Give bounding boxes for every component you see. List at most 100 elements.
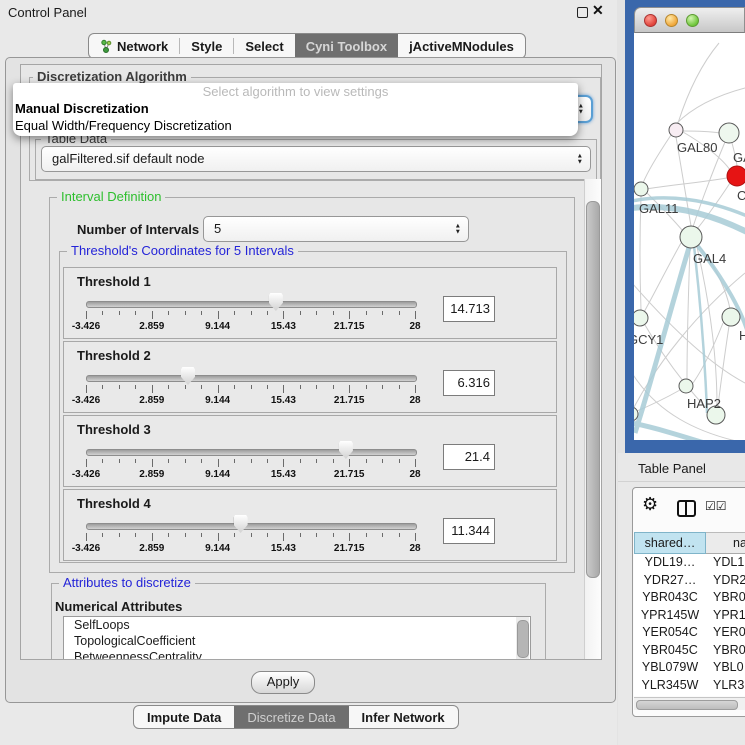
dropdown-option-manual-discretization[interactable]: Manual Discretization (13, 100, 578, 117)
threshold-value-field[interactable]: 11.344 (443, 518, 495, 544)
tick-label: 9.144 (190, 543, 246, 554)
tab-cyni-toolbox[interactable]: Cyni Toolbox (295, 34, 398, 58)
float-window-icon[interactable] (577, 7, 588, 18)
slider-thumb[interactable] (269, 293, 283, 311)
node-top-right[interactable] (719, 123, 739, 143)
bottom-tab-infer-network[interactable]: Infer Network (349, 706, 458, 728)
close-icon[interactable]: ✕ (592, 2, 604, 19)
slider-track[interactable] (86, 375, 417, 382)
threshold-value-field[interactable]: 21.4 (443, 444, 495, 470)
table-row[interactable]: YPR145WYPR1 (634, 607, 745, 625)
node-gcy1[interactable] (634, 310, 648, 326)
cell-name[interactable]: YDR2 (706, 572, 745, 590)
slider-tick (300, 311, 301, 315)
tab-select[interactable]: Select (234, 34, 294, 58)
cell-shared-name[interactable]: YDR27… (634, 572, 706, 590)
slider-tick (234, 533, 235, 537)
dropdown-option-equal-width-frequency[interactable]: Equal Width/Frequency Discretization (13, 117, 578, 134)
slider-thumb[interactable] (181, 367, 195, 385)
cell-name[interactable]: YBR0 (706, 589, 745, 607)
slider-tick (366, 533, 367, 537)
slider-thumb[interactable] (339, 441, 353, 459)
tab-jactivemnodules[interactable]: jActiveMNodules (398, 34, 525, 58)
number-of-intervals-combobox[interactable]: 5 ▲▼ (203, 216, 469, 242)
cell-name[interactable]: YBR0 (706, 642, 745, 660)
tick-label: 9.144 (190, 321, 246, 332)
select-columns-icons[interactable]: ☑☑ (705, 499, 727, 513)
node-red-selected[interactable] (727, 166, 745, 186)
bottom-tab-impute-data[interactable]: Impute Data (134, 706, 234, 728)
cell-name[interactable]: YPR1 (706, 607, 745, 625)
threshold-value-field[interactable]: 6.316 (443, 370, 495, 396)
zoom-traffic-light-icon[interactable] (686, 14, 699, 27)
threshold-panel-4: Threshold 4-3.4262.8599.14415.4321.71528… (63, 489, 557, 561)
slider-track[interactable] (86, 523, 417, 530)
table-row[interactable]: YBR043CYBR0 (634, 589, 745, 607)
node-gal80[interactable] (669, 123, 683, 137)
table-row[interactable]: YDL19…YDL1 (634, 554, 745, 572)
gear-icon[interactable]: ⚙ (642, 494, 658, 515)
cell-name[interactable]: YIL0 (706, 694, 739, 696)
cell-shared-name[interactable]: YIL052C (634, 694, 706, 696)
threshold-panel-2: Threshold 2-3.4262.8599.14415.4321.71528… (63, 341, 557, 413)
cell-shared-name[interactable]: YER054C (634, 624, 706, 642)
cell-shared-name[interactable]: YPR145W (634, 607, 706, 625)
slider-tick (251, 533, 252, 537)
tick-label: 2.859 (124, 469, 180, 480)
slider-track[interactable] (86, 301, 417, 308)
node-gal4[interactable] (680, 226, 702, 248)
table-row[interactable]: YBR045CYBR0 (634, 642, 745, 660)
cell-shared-name[interactable]: YLR345W (634, 677, 706, 695)
slider-thumb[interactable] (234, 515, 248, 533)
bottom-tab-discretize-data[interactable]: Discretize Data (234, 706, 348, 728)
list-item[interactable]: TopologicalCoefficient (64, 633, 530, 649)
cell-name[interactable]: YER0 (706, 624, 745, 642)
table-row[interactable]: YDR27…YDR2 (634, 572, 745, 590)
minimize-traffic-light-icon[interactable] (665, 14, 678, 27)
cell-shared-name[interactable]: YBL079W (634, 659, 706, 677)
slider-tick (102, 385, 103, 389)
tab-style[interactable]: Style (180, 34, 233, 58)
node-right-mid[interactable] (722, 308, 740, 326)
slider-tick (135, 533, 136, 537)
table-row[interactable]: YER054CYER0 (634, 624, 745, 642)
slider-track[interactable] (86, 449, 417, 456)
column-header-shared-name[interactable]: shared… (634, 532, 706, 554)
column-header-name[interactable]: na (706, 532, 745, 554)
slider-tick (382, 311, 383, 315)
cell-name[interactable]: YDL1 (706, 554, 744, 572)
table-data-combobox[interactable]: galFiltered.sif default node ▲▼ (41, 146, 591, 172)
label-clipped-low: H (739, 328, 745, 343)
tab-network[interactable]: Network (89, 34, 179, 58)
list-scrollbar-thumb[interactable] (517, 620, 529, 658)
tick-label: 28 (387, 469, 443, 480)
network-canvas[interactable]: GAL80 GAL11 GAL4 GCY1 HAP2 GA C H (634, 33, 745, 440)
slider-tick (234, 459, 235, 463)
horizontal-scrollbar[interactable] (634, 697, 745, 710)
apply-button[interactable]: Apply (251, 671, 315, 694)
table-row[interactable]: YIL052CYIL0 (634, 694, 745, 696)
node-gal11[interactable] (634, 182, 648, 196)
horizontal-scrollbar-thumb[interactable] (636, 700, 738, 710)
table-row[interactable]: YLR345WYLR3 (634, 677, 745, 695)
list-item[interactable]: BetweennessCentrality (64, 649, 530, 660)
label-gal11: GAL11 (639, 201, 679, 216)
cell-shared-name[interactable]: YBR043C (634, 589, 706, 607)
network-window-titlebar[interactable] (634, 7, 745, 33)
cell-name[interactable]: YLR3 (706, 677, 744, 695)
list-scrollbar[interactable] (516, 617, 529, 660)
slider-tick (102, 311, 103, 315)
columns-icon[interactable] (677, 500, 696, 517)
tick-label: -3.426 (58, 321, 114, 332)
attributes-group-title: Attributes to discretize (59, 575, 195, 590)
cell-name[interactable]: YBL0 (706, 659, 744, 677)
list-item[interactable]: SelfLoops (64, 617, 530, 633)
network-tab-icon (100, 39, 112, 54)
vertical-scrollbar-thumb[interactable] (586, 201, 600, 578)
threshold-value-field[interactable]: 14.713 (443, 296, 495, 322)
table-row[interactable]: YBL079WYBL0 (634, 659, 745, 677)
node-hap2[interactable] (679, 379, 693, 393)
cell-shared-name[interactable]: YBR045C (634, 642, 706, 660)
close-traffic-light-icon[interactable] (644, 14, 657, 27)
cell-shared-name[interactable]: YDL19… (634, 554, 706, 572)
